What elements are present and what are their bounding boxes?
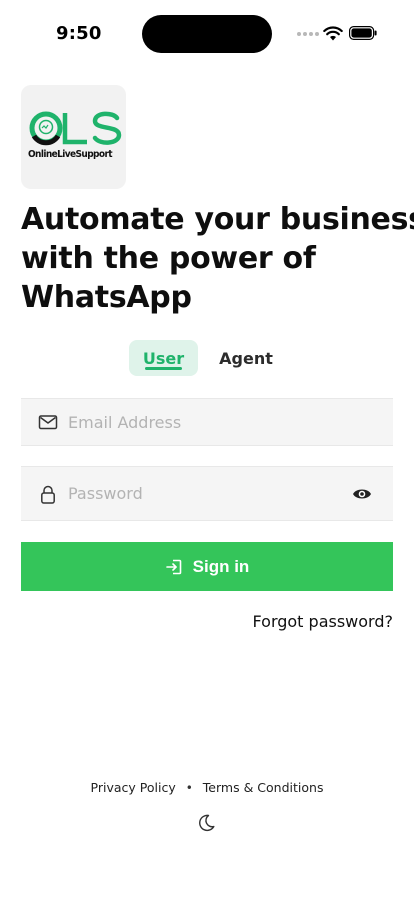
- headline-line-1: Automate your business: [21, 202, 414, 237]
- email-field-container: [21, 398, 393, 446]
- password-input[interactable]: [68, 467, 343, 520]
- mail-icon: [38, 415, 58, 430]
- battery-icon: [349, 26, 377, 40]
- terms-conditions-link[interactable]: Terms & Conditions: [203, 780, 324, 795]
- footer-links: Privacy Policy • Terms & Conditions: [0, 780, 414, 795]
- privacy-policy-link[interactable]: Privacy Policy: [91, 780, 176, 795]
- headline-line-2: with the power of: [21, 241, 316, 276]
- ols-logo-mark: [29, 111, 122, 146]
- brand-logo: OnlineLiveSupport: [21, 85, 126, 189]
- email-input[interactable]: [68, 399, 343, 445]
- moon-icon[interactable]: [196, 813, 216, 833]
- sign-in-button[interactable]: Sign in: [21, 542, 393, 591]
- cellular-signal-icon: [297, 32, 319, 36]
- tab-user[interactable]: User: [129, 340, 198, 376]
- eye-icon[interactable]: [352, 487, 372, 501]
- status-time: 9:50: [56, 23, 102, 44]
- wifi-icon: [323, 26, 343, 41]
- tab-user-label: User: [142, 348, 185, 368]
- lock-icon: [41, 485, 55, 504]
- forgot-password-link[interactable]: Forgot password?: [253, 612, 393, 631]
- dynamic-island: [142, 15, 272, 53]
- sign-in-label: Sign in: [192, 556, 250, 576]
- password-field-container: [21, 466, 393, 521]
- tab-agent-label: Agent: [219, 348, 273, 368]
- tab-agent[interactable]: Agent: [212, 340, 280, 376]
- login-icon: [165, 559, 181, 574]
- login-screen: 9:50 OnlineLiveSupport Automate your bus…: [0, 0, 414, 900]
- logo-tagline: OnlineLiveSupport: [28, 149, 113, 160]
- headline-line-3: WhatsApp: [21, 280, 192, 315]
- tab-active-indicator: [145, 367, 182, 370]
- footer-separator: •: [185, 780, 193, 795]
- page-headline: Automate your business with the power of…: [21, 200, 414, 317]
- status-bar: 9:50: [0, 0, 414, 62]
